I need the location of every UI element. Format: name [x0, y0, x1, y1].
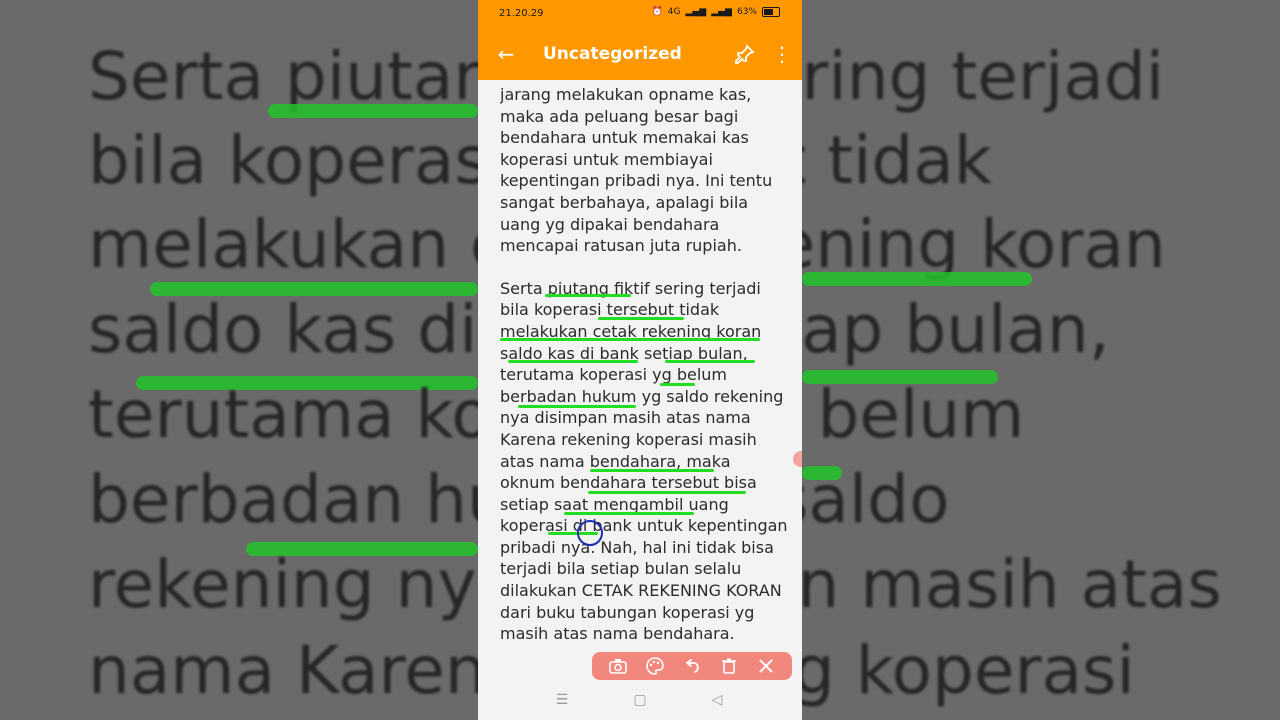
highlight-stroke [564, 512, 694, 515]
bg-highlight [268, 104, 478, 118]
palette-icon[interactable] [643, 654, 667, 678]
pin-svg [735, 44, 755, 64]
page-title: Uncategorized [543, 44, 682, 64]
highlight-stroke [518, 405, 636, 408]
back-icon[interactable]: ◁ [707, 690, 727, 710]
drawing-toolbar [592, 652, 792, 680]
camera-svg [609, 659, 628, 674]
note-paragraph-1: jarang melakukan opname kas, maka ada pe… [500, 85, 773, 256]
undo-icon[interactable] [680, 654, 704, 678]
highlight-stroke [598, 317, 684, 320]
trash-icon[interactable] [717, 654, 741, 678]
camera-icon[interactable] [606, 654, 630, 678]
highlight-stroke [588, 491, 746, 494]
trash-svg [721, 658, 736, 674]
signal2-icon: ▂▄▆ [711, 7, 732, 17]
status-icons: ⏰ 4G ▂▄▆ ▂▄▆ 63% [652, 7, 780, 17]
alarm-icon: ⏰ [651, 7, 663, 17]
home-icon[interactable]: ▢ [630, 690, 650, 710]
status-time: 21.20.29 [499, 8, 544, 19]
status-bar: 21.20.29 ⏰ 4G ▂▄▆ ▂▄▆ 63% [478, 0, 802, 30]
highlight-stroke [590, 469, 714, 472]
close-icon[interactable] [754, 654, 778, 678]
bg-highlight [802, 272, 1032, 286]
network-label: 4G [667, 7, 681, 17]
pin-icon[interactable] [733, 42, 757, 66]
highlight-stroke [660, 383, 695, 386]
note-paragraph-2: Serta piutang fiktif sering terjadi bila… [500, 278, 788, 644]
bg-highlight [802, 466, 842, 480]
back-arrow-icon[interactable]: ← [494, 42, 518, 66]
more-options-icon[interactable]: ⋮ [772, 42, 792, 66]
battery-icon [762, 7, 780, 17]
highlight-stroke [665, 360, 755, 363]
highlight-stroke [545, 294, 631, 297]
edge-handle[interactable] [793, 451, 802, 467]
palette-svg [646, 657, 664, 675]
signal-icon: ▂▄▆ [685, 7, 707, 17]
app-bar: ← Uncategorized ⋮ [478, 30, 802, 80]
system-nav-bar: ☰ ▢ ◁ [478, 680, 802, 720]
phone-screen: 21.20.29 ⏰ 4G ▂▄▆ ▂▄▆ 63% ← Uncategorize… [478, 0, 802, 720]
highlight-stroke [508, 360, 638, 363]
undo-svg [686, 659, 699, 673]
touch-cursor [577, 520, 603, 546]
close-svg [758, 659, 773, 673]
note-content[interactable]: jarang melakukan opname kas, maka ada pe… [500, 80, 790, 680]
recents-icon[interactable]: ☰ [552, 690, 572, 710]
highlight-stroke [500, 338, 760, 341]
battery-label: 63% [736, 7, 757, 17]
